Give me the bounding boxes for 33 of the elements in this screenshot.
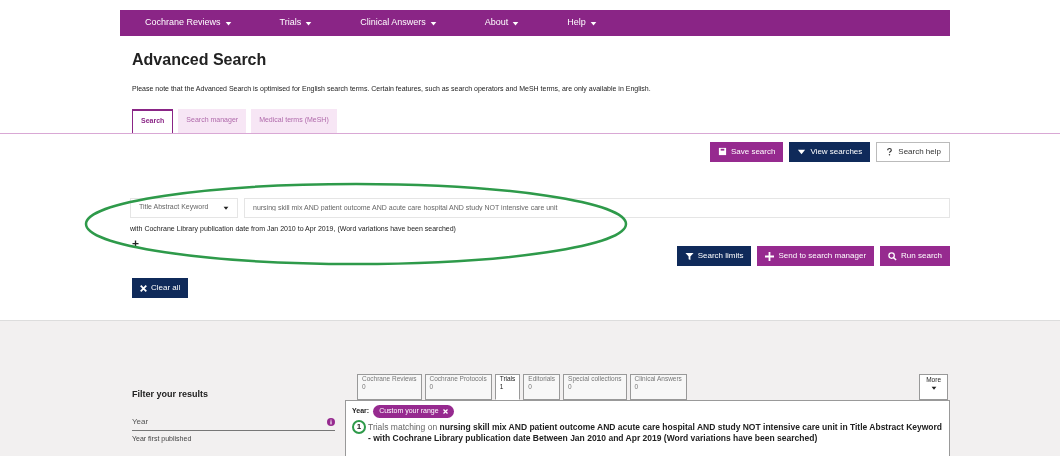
caret-icon [223, 204, 229, 211]
caret-icon [589, 19, 597, 27]
result-summary: Trials matching on nursing skill mix AND patient outcome AND acute care hospital AND study NOT intensive care unit in Title Abstract Keyword - with Cochrane Library publication date Between Jan 2010 and Apr 2019 (Word variations have been searched) [368, 421, 943, 444]
clear-all-button[interactable]: Clear all [132, 278, 189, 298]
nav-menu-item[interactable]: Trials [279, 16, 313, 30]
toolbar-button[interactable]: Save search [709, 141, 784, 162]
filter-icon [684, 251, 694, 261]
question-icon [885, 147, 895, 156]
filter-label: Year [132, 415, 149, 428]
caret-icon [930, 384, 937, 391]
close-icon [140, 284, 147, 292]
action-button[interactable]: Send to search manager [757, 246, 875, 266]
nav-menu-item[interactable]: Clinical Answers [360, 16, 437, 30]
action-button[interactable]: Run search [880, 246, 950, 266]
result-count: 1 [352, 419, 366, 434]
filter-title: Filter your results [132, 388, 209, 401]
action-button[interactable]: Search limits [676, 246, 752, 266]
toolbar-button[interactable]: Search help [876, 141, 950, 162]
caret-icon [797, 147, 807, 156]
caret-icon [512, 19, 520, 27]
nav-menu-item[interactable]: About [484, 16, 520, 30]
nav-menu-item[interactable]: Cochrane Reviews [145, 16, 232, 30]
plus-icon [765, 251, 775, 261]
page-title: Advanced Search [132, 50, 267, 70]
close-icon [442, 408, 448, 414]
nav-menu-item[interactable]: Help [567, 16, 597, 30]
toolbar-button[interactable]: View searches [789, 141, 871, 162]
caret-icon [224, 19, 232, 27]
caret-icon [305, 19, 313, 27]
save-icon [717, 147, 727, 156]
search-icon [888, 251, 898, 261]
info-icon [327, 417, 335, 426]
caret-icon [429, 19, 437, 27]
